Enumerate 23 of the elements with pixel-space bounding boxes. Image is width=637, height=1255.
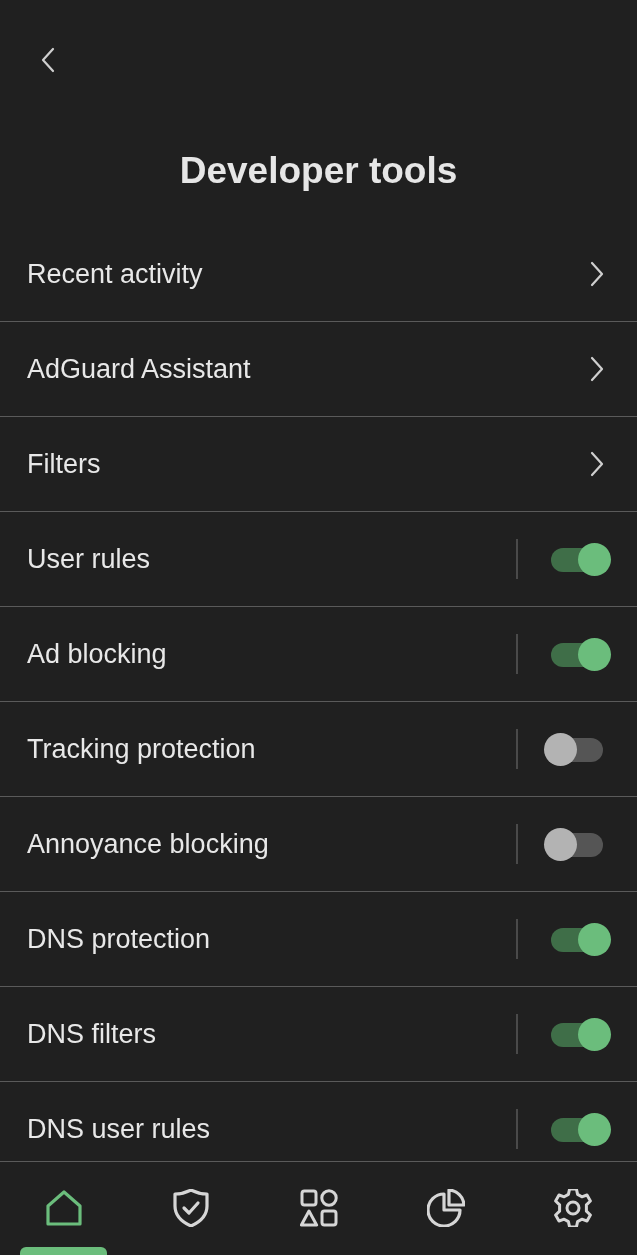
row-label: Annoyance blocking xyxy=(27,827,270,861)
chevron-right-icon xyxy=(590,451,604,477)
menu-row[interactable]: Recent activity xyxy=(0,227,637,322)
shapes-icon xyxy=(299,1189,338,1227)
page-title: Developer tools xyxy=(179,149,458,193)
row-label: User rules xyxy=(27,542,152,576)
chevron-right-icon xyxy=(590,261,604,287)
shield-check-icon xyxy=(172,1189,211,1227)
home-icon xyxy=(44,1189,83,1227)
menu-row[interactable]: Filters xyxy=(0,417,637,512)
back-icon xyxy=(41,47,55,73)
row-label: Tracking protection xyxy=(27,732,257,766)
row-label: AdGuard Assistant xyxy=(27,352,252,386)
row-label: DNS user rules xyxy=(27,1112,212,1146)
menu-row[interactable]: AdGuard Assistant xyxy=(0,322,637,417)
chevron-right-icon xyxy=(590,356,604,382)
pie-chart-icon xyxy=(426,1189,465,1227)
row-label: DNS filters xyxy=(27,1017,157,1051)
settings-icon xyxy=(554,1189,593,1227)
row-label: Ad blocking xyxy=(27,637,168,671)
row-label: DNS protection xyxy=(27,922,212,956)
row-label: Filters xyxy=(27,447,102,481)
row-label: Recent activity xyxy=(27,257,204,291)
